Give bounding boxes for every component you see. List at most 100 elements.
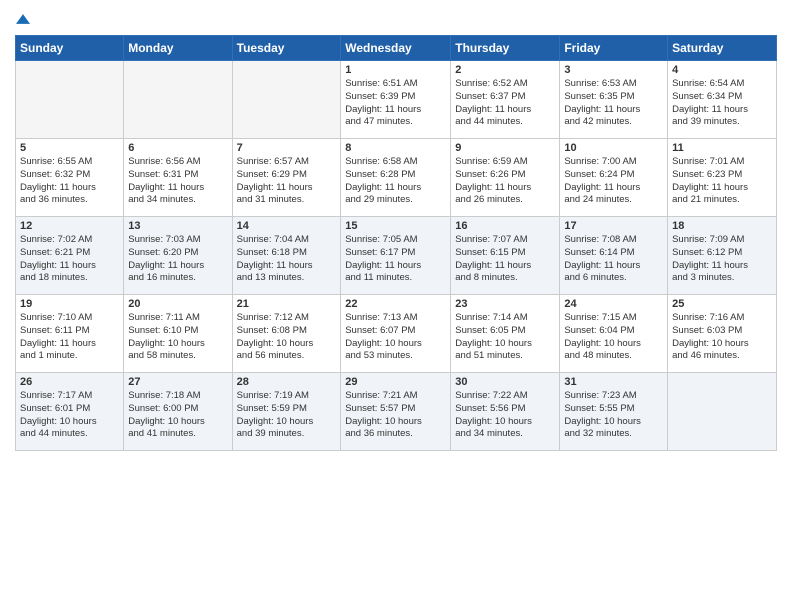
day-cell: 19 Sunrise: 7:10 AM Sunset: 6:11 PM Dayli…	[16, 295, 124, 373]
day-cell: 16 Sunrise: 7:07 AM Sunset: 6:15 PM Dayli…	[451, 217, 560, 295]
day-info: Sunrise: 7:00 AM Sunset: 6:24 PM Dayligh…	[564, 156, 663, 207]
day-info: Sunrise: 7:13 AM Sunset: 6:07 PM Dayligh…	[345, 312, 446, 363]
day-info: Sunrise: 6:55 AM Sunset: 6:32 PM Dayligh…	[20, 156, 119, 207]
week-row-3: 12 Sunrise: 7:02 AM Sunset: 6:21 PM Dayli…	[16, 217, 777, 295]
header-row: SundayMondayTuesdayWednesdayThursdayFrid…	[16, 36, 777, 61]
day-info: Sunrise: 6:59 AM Sunset: 6:26 PM Dayligh…	[455, 156, 555, 207]
day-info: Sunrise: 7:12 AM Sunset: 6:08 PM Dayligh…	[237, 312, 337, 363]
day-cell: 28 Sunrise: 7:19 AM Sunset: 5:59 PM Dayli…	[232, 373, 341, 451]
day-cell: 18 Sunrise: 7:09 AM Sunset: 6:12 PM Dayli…	[668, 217, 777, 295]
day-info: Sunrise: 7:05 AM Sunset: 6:17 PM Dayligh…	[345, 234, 446, 285]
day-number: 1	[345, 64, 446, 76]
day-info: Sunrise: 7:16 AM Sunset: 6:03 PM Dayligh…	[672, 312, 772, 363]
day-cell: 12 Sunrise: 7:02 AM Sunset: 6:21 PM Dayli…	[16, 217, 124, 295]
day-number: 25	[672, 298, 772, 310]
day-cell: 15Sunrise: 7:05 AM Sunset: 6:17 PM Dayli…	[341, 217, 451, 295]
day-info: Sunrise: 7:17 AM Sunset: 6:01 PM Dayligh…	[20, 390, 119, 441]
day-number: 14	[237, 220, 337, 232]
day-cell: 25 Sunrise: 7:16 AM Sunset: 6:03 PM Dayli…	[668, 295, 777, 373]
day-info: Sunrise: 7:10 AM Sunset: 6:11 PM Dayligh…	[20, 312, 119, 363]
day-number: 26	[20, 376, 119, 388]
day-number: 22	[345, 298, 446, 310]
day-cell: 21 Sunrise: 7:12 AM Sunset: 6:08 PM Dayli…	[232, 295, 341, 373]
day-header-tuesday: Tuesday	[232, 36, 341, 61]
day-number: 18	[672, 220, 772, 232]
day-number: 6	[128, 142, 227, 154]
day-info: Sunrise: 6:56 AM Sunset: 6:31 PM Dayligh…	[128, 156, 227, 207]
day-cell: 17Sunrise: 7:08 AM Sunset: 6:14 PM Dayli…	[560, 217, 668, 295]
day-header-monday: Monday	[124, 36, 232, 61]
day-info: Sunrise: 7:22 AM Sunset: 5:56 PM Dayligh…	[455, 390, 555, 441]
day-cell: 9 Sunrise: 6:59 AM Sunset: 6:26 PM Daylig…	[451, 139, 560, 217]
day-cell: 7 Sunrise: 6:57 AM Sunset: 6:29 PM Daylig…	[232, 139, 341, 217]
day-number: 16	[455, 220, 555, 232]
day-cell: 13 Sunrise: 7:03 AM Sunset: 6:20 PM Dayli…	[124, 217, 232, 295]
day-info: Sunrise: 7:23 AM Sunset: 5:55 PM Dayligh…	[564, 390, 663, 441]
day-number: 27	[128, 376, 227, 388]
day-info: Sunrise: 7:01 AM Sunset: 6:23 PM Dayligh…	[672, 156, 772, 207]
day-cell: 8 Sunrise: 6:58 AM Sunset: 6:28 PM Daylig…	[341, 139, 451, 217]
day-cell: 6 Sunrise: 6:56 AM Sunset: 6:31 PM Daylig…	[124, 139, 232, 217]
day-number: 4	[672, 64, 772, 76]
day-header-saturday: Saturday	[668, 36, 777, 61]
day-cell	[124, 61, 232, 139]
day-number: 23	[455, 298, 555, 310]
day-number: 8	[345, 142, 446, 154]
day-number: 11	[672, 142, 772, 154]
day-info: Sunrise: 7:04 AM Sunset: 6:18 PM Dayligh…	[237, 234, 337, 285]
day-cell: 20 Sunrise: 7:11 AM Sunset: 6:10 PM Dayli…	[124, 295, 232, 373]
day-header-friday: Friday	[560, 36, 668, 61]
day-cell: 11 Sunrise: 7:01 AM Sunset: 6:23 PM Dayli…	[668, 139, 777, 217]
day-info: Sunrise: 7:02 AM Sunset: 6:21 PM Dayligh…	[20, 234, 119, 285]
day-cell: 2 Sunrise: 6:52 AM Sunset: 6:37 PM Daylig…	[451, 61, 560, 139]
week-row-4: 19 Sunrise: 7:10 AM Sunset: 6:11 PM Dayli…	[16, 295, 777, 373]
day-number: 29	[345, 376, 446, 388]
day-cell: 5 Sunrise: 6:55 AM Sunset: 6:32 PM Daylig…	[16, 139, 124, 217]
day-header-sunday: Sunday	[16, 36, 124, 61]
day-cell: 4 Sunrise: 6:54 AM Sunset: 6:34 PM Daylig…	[668, 61, 777, 139]
week-row-1: 1Sunrise: 6:51 AM Sunset: 6:39 PM Daylig…	[16, 61, 777, 139]
day-info: Sunrise: 7:09 AM Sunset: 6:12 PM Dayligh…	[672, 234, 772, 285]
day-cell: 29 Sunrise: 7:21 AM Sunset: 5:57 PM Dayli…	[341, 373, 451, 451]
day-cell: 24 Sunrise: 7:15 AM Sunset: 6:04 PM Dayli…	[560, 295, 668, 373]
day-info: Sunrise: 7:11 AM Sunset: 6:10 PM Dayligh…	[128, 312, 227, 363]
day-cell: 10 Sunrise: 7:00 AM Sunset: 6:24 PM Dayli…	[560, 139, 668, 217]
day-info: Sunrise: 7:07 AM Sunset: 6:15 PM Dayligh…	[455, 234, 555, 285]
day-number: 24	[564, 298, 663, 310]
day-header-thursday: Thursday	[451, 36, 560, 61]
day-number: 28	[237, 376, 337, 388]
day-info: Sunrise: 6:54 AM Sunset: 6:34 PM Dayligh…	[672, 78, 772, 129]
day-cell: 14 Sunrise: 7:04 AM Sunset: 6:18 PM Dayli…	[232, 217, 341, 295]
day-info: Sunrise: 6:57 AM Sunset: 6:29 PM Dayligh…	[237, 156, 337, 207]
calendar-page: SundayMondayTuesdayWednesdayThursdayFrid…	[0, 0, 792, 612]
day-header-wednesday: Wednesday	[341, 36, 451, 61]
day-number: 13	[128, 220, 227, 232]
week-row-5: 26 Sunrise: 7:17 AM Sunset: 6:01 PM Dayli…	[16, 373, 777, 451]
calendar-table: SundayMondayTuesdayWednesdayThursdayFrid…	[15, 35, 777, 451]
day-info: Sunrise: 6:52 AM Sunset: 6:37 PM Dayligh…	[455, 78, 555, 129]
day-info: Sunrise: 7:15 AM Sunset: 6:04 PM Dayligh…	[564, 312, 663, 363]
day-number: 19	[20, 298, 119, 310]
day-number: 20	[128, 298, 227, 310]
day-number: 21	[237, 298, 337, 310]
day-cell: 1Sunrise: 6:51 AM Sunset: 6:39 PM Daylig…	[341, 61, 451, 139]
day-number: 30	[455, 376, 555, 388]
day-number: 10	[564, 142, 663, 154]
day-number: 5	[20, 142, 119, 154]
day-cell: 23Sunrise: 7:14 AM Sunset: 6:05 PM Dayli…	[451, 295, 560, 373]
day-cell: 30 Sunrise: 7:22 AM Sunset: 5:56 PM Dayli…	[451, 373, 560, 451]
day-cell	[668, 373, 777, 451]
day-number: 9	[455, 142, 555, 154]
day-cell: 3Sunrise: 6:53 AM Sunset: 6:35 PM Daylig…	[560, 61, 668, 139]
day-info: Sunrise: 7:21 AM Sunset: 5:57 PM Dayligh…	[345, 390, 446, 441]
day-cell: 26 Sunrise: 7:17 AM Sunset: 6:01 PM Dayli…	[16, 373, 124, 451]
day-number: 7	[237, 142, 337, 154]
week-row-2: 5 Sunrise: 6:55 AM Sunset: 6:32 PM Daylig…	[16, 139, 777, 217]
day-info: Sunrise: 7:18 AM Sunset: 6:00 PM Dayligh…	[128, 390, 227, 441]
day-number: 2	[455, 64, 555, 76]
day-info: Sunrise: 7:19 AM Sunset: 5:59 PM Dayligh…	[237, 390, 337, 441]
day-info: Sunrise: 6:58 AM Sunset: 6:28 PM Dayligh…	[345, 156, 446, 207]
day-cell: 31Sunrise: 7:23 AM Sunset: 5:55 PM Dayli…	[560, 373, 668, 451]
day-number: 12	[20, 220, 119, 232]
day-info: Sunrise: 7:03 AM Sunset: 6:20 PM Dayligh…	[128, 234, 227, 285]
